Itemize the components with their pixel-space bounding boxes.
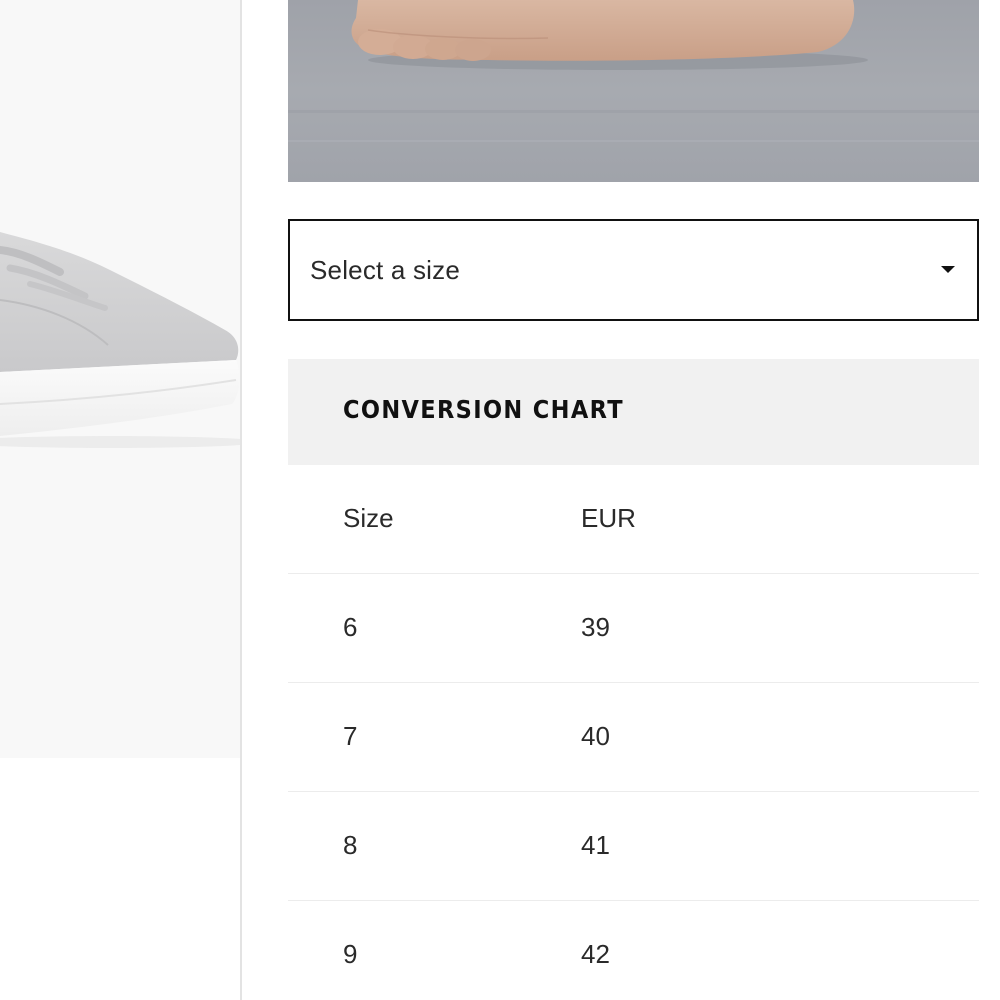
size-cell: 6 bbox=[343, 612, 358, 642]
column-header-eur: EUR bbox=[581, 503, 636, 533]
eur-cell: 39 bbox=[581, 612, 610, 642]
table-header-row: Size EUR bbox=[288, 465, 979, 574]
caret-down-icon bbox=[941, 266, 955, 273]
column-header-size: Size bbox=[343, 503, 394, 533]
conversion-chart-header: CONVERSION CHART bbox=[288, 359, 979, 465]
conversion-chart-table: Size EUR 6 39 7 40 8 41 9 42 bbox=[288, 465, 979, 1000]
size-select-label: Select a size bbox=[310, 255, 461, 285]
conversion-chart-title: CONVERSION CHART bbox=[343, 395, 624, 424]
eur-cell: 40 bbox=[581, 721, 610, 751]
table-row: 9 42 bbox=[288, 901, 979, 1000]
table-row: 7 40 bbox=[288, 683, 979, 792]
size-select-dropdown[interactable]: Select a size bbox=[288, 219, 979, 321]
panel-divider bbox=[240, 0, 242, 1000]
product-page: Select a size CONVERSION CHART Size EUR … bbox=[0, 0, 1000, 1000]
table-row: 8 41 bbox=[288, 792, 979, 901]
product-image-panel bbox=[0, 0, 240, 1000]
model-feet-image[interactable] bbox=[288, 0, 979, 182]
table-row: 6 39 bbox=[288, 574, 979, 683]
eur-cell: 42 bbox=[581, 939, 610, 969]
sneaker-image[interactable] bbox=[0, 0, 240, 758]
size-cell: 9 bbox=[343, 939, 358, 969]
size-cell: 7 bbox=[343, 721, 358, 751]
size-cell: 8 bbox=[343, 830, 358, 860]
eur-cell: 41 bbox=[581, 830, 610, 860]
